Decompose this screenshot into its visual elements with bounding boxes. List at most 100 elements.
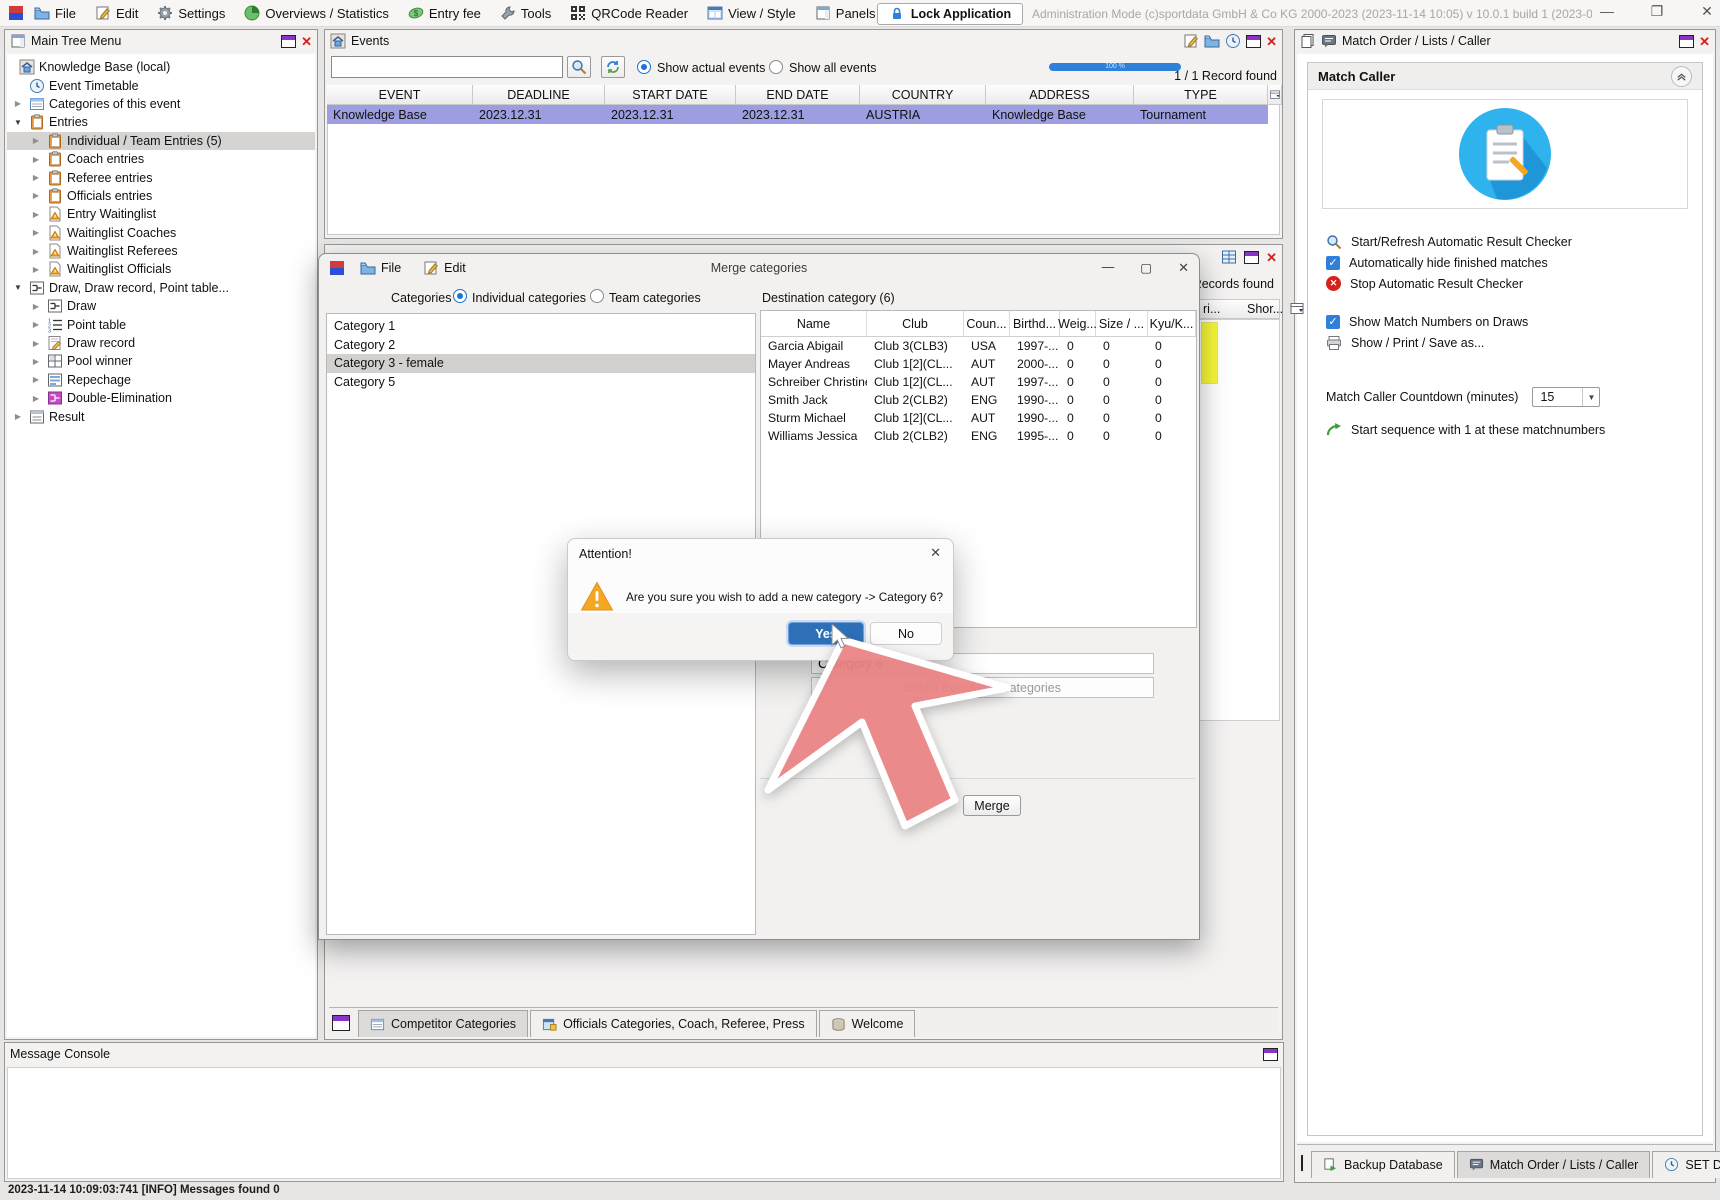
show-all-events-radio[interactable] — [769, 60, 783, 74]
events-cell[interactable]: Knowledge Base — [986, 105, 1134, 124]
window-maximize-button[interactable]: ❐ — [1642, 3, 1672, 20]
menu-file[interactable]: File — [34, 5, 76, 21]
merge-maximize-button[interactable]: ▢ — [1140, 260, 1152, 276]
destination-column-club[interactable]: Club — [867, 311, 964, 337]
competitor-row[interactable]: Garcia AbigailClub 3(CLB3)USA1997-...000 — [761, 337, 1196, 355]
tree-item-officials-entries[interactable]: ▶Officials entries — [7, 187, 315, 205]
merge-button[interactable]: Merge — [963, 795, 1021, 816]
column-filter-icon[interactable] — [1268, 85, 1282, 105]
tab-welcome[interactable]: Welcome — [819, 1010, 916, 1037]
tree-item-knowledge-base-local[interactable]: Knowledge Base (local) — [7, 58, 315, 76]
caller-item-stop-automatic-result-checker[interactable]: ✕ Stop Automatic Result Checker — [1308, 273, 1702, 294]
menu-edit[interactable]: Edit — [95, 5, 138, 21]
edit-record-icon[interactable] — [1183, 33, 1199, 49]
competitor-row[interactable]: Williams JessicaClub 2(CLB2)ENG1995-...0… — [761, 427, 1196, 445]
events-search-input[interactable] — [331, 56, 563, 78]
tree-item-entries[interactable]: ▼Entries — [7, 113, 315, 131]
merge-dialog-titlebar[interactable]: Merge categories File Edit — ▢ ✕ — [319, 254, 1199, 281]
events-cell[interactable]: 2023.12.31 — [473, 105, 605, 124]
tree-item-repechage[interactable]: ▶Repechage — [7, 371, 315, 389]
clock-icon[interactable] — [1225, 33, 1241, 49]
caller-maximize-icon[interactable] — [1679, 35, 1694, 48]
events-table-row[interactable]: Knowledge Base2023.12.312023.12.312023.1… — [327, 105, 1268, 124]
tree-item-draw[interactable]: ▶Draw — [7, 297, 315, 315]
events-cell[interactable]: AUSTRIA — [860, 105, 986, 124]
window-minimize-button[interactable]: — — [1592, 3, 1622, 19]
competitor-row[interactable]: Smith JackClub 2(CLB2)ENG1990-...000 — [761, 391, 1196, 409]
tree-item-categories-of-this-event[interactable]: ▶Categories of this event — [7, 95, 315, 113]
tab-backup-database[interactable]: Backup Database — [1311, 1151, 1455, 1178]
events-cell[interactable]: Knowledge Base — [327, 105, 473, 124]
select-from-list-button[interactable]: Select from list of categories — [811, 677, 1154, 698]
tree-maximize-icon[interactable] — [281, 35, 296, 48]
events-cell[interactable]: 2023.12.31 — [736, 105, 860, 124]
refresh-button[interactable] — [601, 56, 625, 78]
panel-restore-icon[interactable] — [1301, 1155, 1303, 1171]
tree-expander[interactable]: ▶ — [29, 136, 43, 145]
tree-item-result[interactable]: ▶Result — [7, 407, 315, 425]
tree-item-waitinglist-referees[interactable]: ▶Waitinglist Referees — [7, 242, 315, 260]
categories-maximize-icon[interactable] — [1244, 251, 1259, 264]
competitor-row[interactable]: Schreiber ChristineClub 1[2](CL...AUT199… — [761, 373, 1196, 391]
tree-expander[interactable]: ▼ — [11, 283, 25, 292]
events-column-deadline[interactable]: DEADLINE — [473, 85, 605, 105]
team-categories-radio[interactable] — [590, 289, 604, 303]
events-column-address[interactable]: ADDRESS — [986, 85, 1134, 105]
events-column-start-date[interactable]: START DATE — [605, 85, 736, 105]
grid-icon[interactable] — [1221, 249, 1237, 265]
merge-minimize-button[interactable]: — — [1102, 260, 1115, 276]
destination-column-size[interactable]: Size / ... — [1096, 311, 1148, 337]
events-column-country[interactable]: COUNTRY — [860, 85, 986, 105]
categories-close-icon[interactable]: ✕ — [1266, 251, 1277, 264]
destination-column-weig[interactable]: Weig... — [1060, 311, 1096, 337]
merge-menu-file[interactable]: File — [353, 258, 408, 278]
tab-set-dtm[interactable]: SET DTM — [1652, 1151, 1720, 1178]
menu-tools[interactable]: Tools — [500, 5, 551, 21]
tree-close-icon[interactable]: ✕ — [301, 35, 312, 48]
menu-entry-fee[interactable]: $Entry fee — [408, 5, 481, 21]
tree-item-waitinglist-officials[interactable]: ▶Waitinglist Officials — [7, 260, 315, 278]
events-column-end-date[interactable]: END DATE — [736, 85, 860, 105]
tab-match-order-lists-caller[interactable]: Match Order / Lists / Caller — [1457, 1151, 1651, 1178]
tab-officials-categories-coach-referee-press[interactable]: Officials Categories, Coach, Referee, Pr… — [530, 1010, 817, 1037]
folder-icon[interactable] — [1204, 33, 1220, 49]
tree-expander[interactable]: ▶ — [29, 265, 43, 274]
tree-expander[interactable]: ▶ — [29, 155, 43, 164]
lock-application-button[interactable]: Lock Application — [877, 3, 1023, 25]
events-column-type[interactable]: TYPE — [1134, 85, 1268, 105]
console-output[interactable] — [7, 1067, 1281, 1179]
tree-item-event-timetable[interactable]: Event Timetable — [7, 76, 315, 94]
events-close-icon[interactable]: ✕ — [1266, 35, 1277, 48]
tree-expander[interactable]: ▶ — [29, 228, 43, 237]
caller-close-icon[interactable]: ✕ — [1699, 35, 1710, 48]
tree-item-coach-entries[interactable]: ▶Coach entries — [7, 150, 315, 168]
tab-competitor-categories[interactable]: Competitor Categories — [358, 1010, 528, 1037]
tree-item-point-table[interactable]: ▶123Point table — [7, 315, 315, 333]
tree-expander[interactable]: ▶ — [29, 339, 43, 348]
individual-categories-radio[interactable] — [453, 289, 467, 303]
destination-column-kyu-k[interactable]: Kyu/K... — [1148, 311, 1196, 337]
menu-panels[interactable]: Panels — [815, 5, 876, 21]
tree-expander[interactable]: ▶ — [11, 412, 25, 421]
yes-button[interactable]: Yes — [788, 622, 864, 645]
events-column-event[interactable]: EVENT — [327, 85, 473, 105]
menu-settings[interactable]: Settings — [157, 5, 225, 21]
start-sequence-item[interactable]: Start sequence with 1 at these matchnumb… — [1308, 419, 1605, 440]
tree-expander[interactable]: ▼ — [11, 118, 25, 127]
tree-item-pool-winner[interactable]: ▶Pool winner — [7, 352, 315, 370]
tree-expander[interactable]: ▶ — [29, 375, 43, 384]
caller-item-show-match-numbers-on-draws[interactable]: ✓ Show Match Numbers on Draws — [1308, 311, 1702, 332]
caller-item-automatically-hide-finished-matches[interactable]: ✓ Automatically hide finished matches — [1308, 252, 1702, 273]
attention-close-button[interactable]: ✕ — [930, 545, 941, 561]
panel-restore-icon[interactable] — [332, 1015, 350, 1031]
no-button[interactable]: No — [870, 622, 942, 645]
menu-qrcode-reader[interactable]: QRCode Reader — [570, 5, 688, 21]
tree-item-entry-waitinglist[interactable]: ▶Entry Waitinglist — [7, 205, 315, 223]
tree-expander[interactable]: ▶ — [29, 394, 43, 403]
competitor-row[interactable]: Mayer AndreasClub 1[2](CL...AUT2000-...0… — [761, 355, 1196, 373]
destination-column-name[interactable]: Name — [761, 311, 867, 337]
tree-item-referee-entries[interactable]: ▶Referee entries — [7, 168, 315, 186]
category-list-item[interactable]: Category 2 — [327, 336, 755, 355]
checkbox-checked-icon[interactable]: ✓ — [1326, 315, 1340, 329]
tree-expander[interactable]: ▶ — [29, 357, 43, 366]
